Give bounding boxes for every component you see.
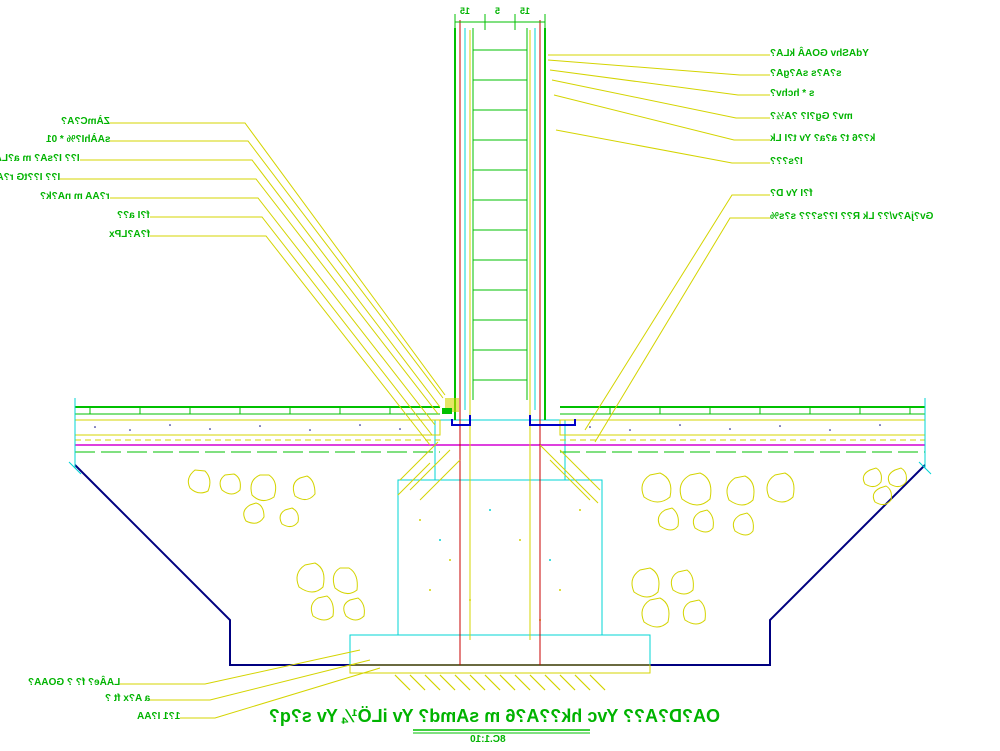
drawing-scale: 8C.1:10 xyxy=(470,734,506,745)
dim-top-mid: 5 xyxy=(495,6,500,16)
left-label-2: I?? I?sA? m a?LA?s xyxy=(0,153,80,164)
dim-top-right: 15 xyxy=(520,6,530,16)
dim-top-left: 15 xyxy=(460,6,470,16)
left-label-4: r?AA m nA?k? xyxy=(40,191,110,202)
bottom-label-0: LAÂe? f? ? GOAA? xyxy=(28,677,120,688)
right-label-1: s?A?s sA?gA? xyxy=(770,68,842,79)
bottom-label-1: a A?x ft ? xyxy=(105,693,150,704)
drawing-subnote: 1?1 I?AA xyxy=(137,711,180,722)
right-label-4: k??6 t? a?a? Yv t?I Lk xyxy=(770,133,875,144)
right-label-0: YdAShv GOAÂ kLA? xyxy=(770,48,869,59)
right-label-3: mv? Gg?I? ?A½? xyxy=(770,111,853,122)
left-label-1: sAÀhI?% * 01 xyxy=(46,134,110,145)
right-label-6: f?I Yv D? xyxy=(770,188,813,199)
left-label-5: f?I a?? xyxy=(117,210,150,221)
right-label-7: Gv?jA?v/?? Lk R?? I??s??? s?s% xyxy=(770,211,933,222)
cad-drawing-canvas: 15 5 15 ZÀmC?A? sAÀhI?% * 01 I?? I?sA? m… xyxy=(0,0,1000,751)
left-label-0: ZÀmC?A? xyxy=(61,116,110,127)
drawing-title: OA?D?A?? Yvc hk??A?6 m sAmd? Yv iLÖ¼ Yv … xyxy=(280,706,720,727)
left-label-3: I?? I??tG r?AA m nA?k? xyxy=(0,172,60,183)
left-label-6: f?A?LPx xyxy=(109,229,150,240)
right-label-2: s * hchv? xyxy=(770,88,814,99)
right-label-5: I?s??? xyxy=(770,156,803,167)
